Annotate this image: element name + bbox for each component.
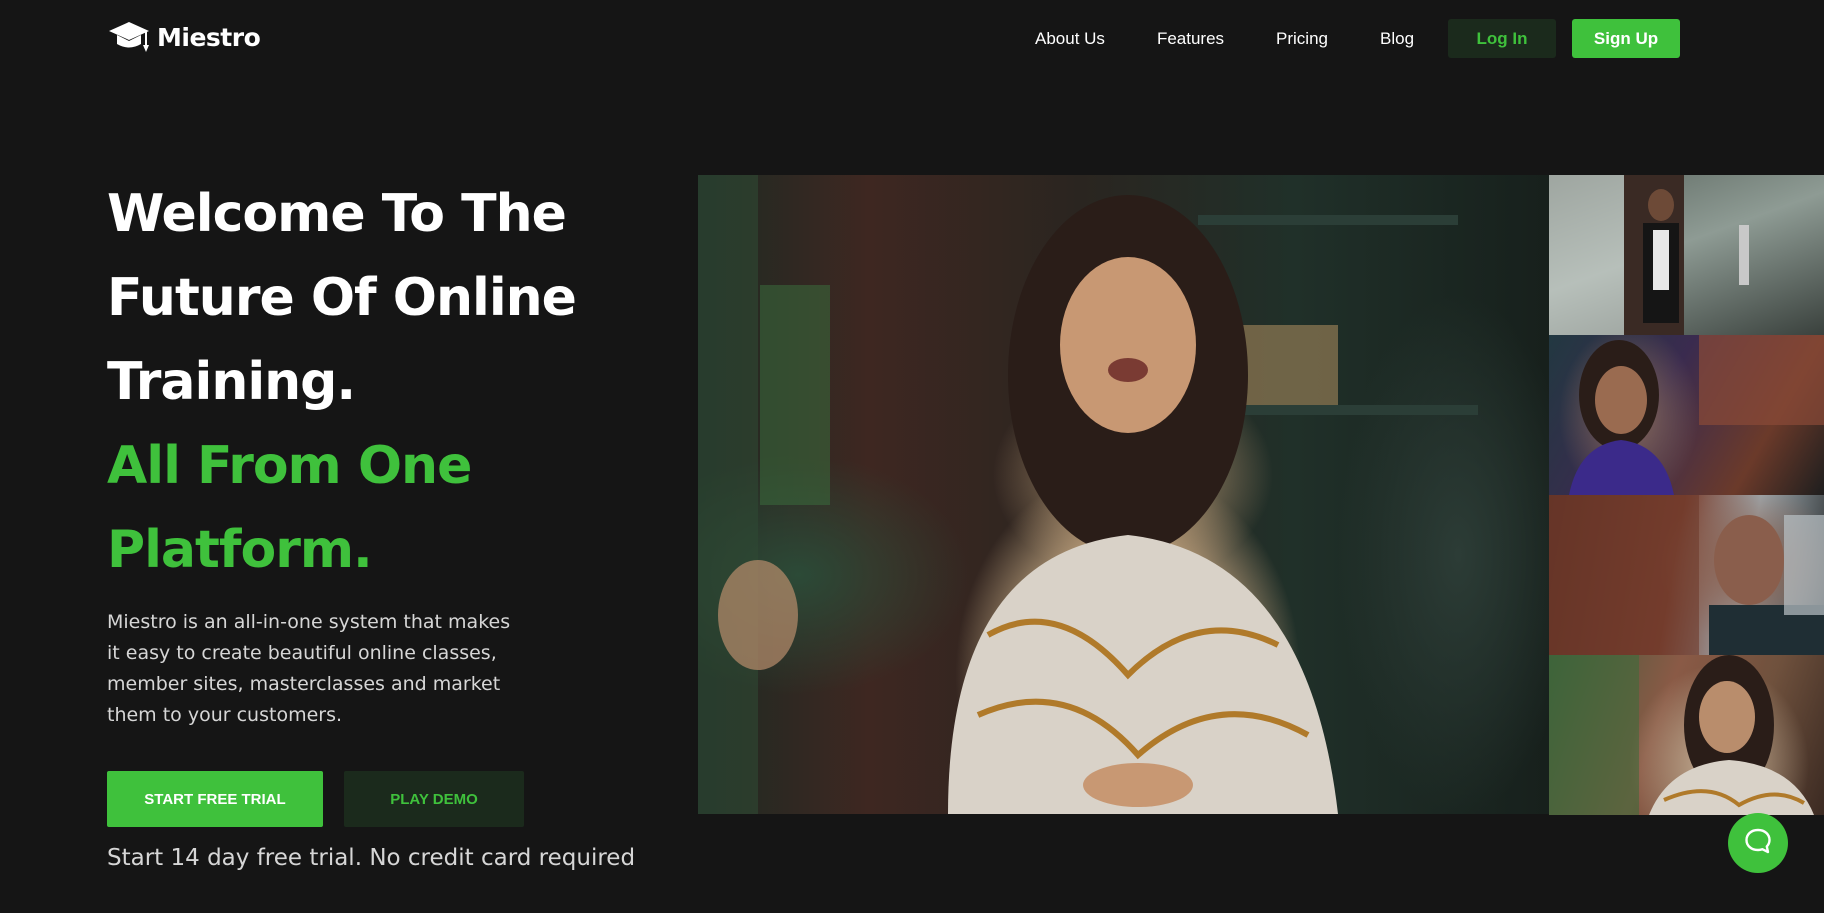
video-thumbnail[interactable] xyxy=(1549,175,1824,335)
thumbnail-illustration xyxy=(1549,495,1824,655)
nav-link-pricing[interactable]: Pricing xyxy=(1276,29,1328,49)
thumbnail-illustration xyxy=(1549,655,1814,815)
login-button[interactable]: Log In xyxy=(1448,19,1556,58)
headline-line: Training. xyxy=(107,352,356,412)
headline-highlight-line: All From One xyxy=(107,436,472,496)
brand-name: Miestro xyxy=(157,22,261,52)
instructor-video[interactable] xyxy=(698,175,1549,814)
nav-link-features[interactable]: Features xyxy=(1157,29,1224,49)
main-nav: About Us Features Pricing Blog xyxy=(1035,0,1466,78)
nav-link-blog[interactable]: Blog xyxy=(1380,29,1414,49)
graduation-cap-icon xyxy=(107,20,151,54)
hero-headline: Welcome To The Future Of Online Training… xyxy=(107,172,667,592)
video-thumbnail[interactable] xyxy=(1549,655,1824,815)
nav-link-about-us[interactable]: About Us xyxy=(1035,29,1105,49)
landing-page: Miestro About Us Features Pricing Blog L… xyxy=(0,0,1824,913)
play-demo-button[interactable]: PLAY DEMO xyxy=(344,771,524,827)
headline-line: Welcome To The xyxy=(107,184,567,244)
headline-line: Future Of Online xyxy=(107,268,577,328)
hero-description: Miestro is an all-in-one system that mak… xyxy=(107,611,511,726)
video-thumbnail[interactable] xyxy=(1549,335,1824,495)
trial-note: Start 14 day free trial. No credit card … xyxy=(107,845,636,871)
thumbnail-illustration xyxy=(1569,335,1824,495)
video-thumbnail[interactable] xyxy=(1549,495,1824,655)
thumbnail-illustration xyxy=(1549,175,1749,335)
brand-logo[interactable]: Miestro xyxy=(107,20,261,54)
chat-bubble-icon xyxy=(1743,826,1773,860)
headline-highlight-line: Platform. xyxy=(107,520,373,580)
instructor-illustration xyxy=(698,175,1478,814)
start-free-trial-button[interactable]: START FREE TRIAL xyxy=(107,771,323,827)
chat-launcher-button[interactable] xyxy=(1728,813,1788,873)
signup-button[interactable]: Sign Up xyxy=(1572,19,1680,58)
